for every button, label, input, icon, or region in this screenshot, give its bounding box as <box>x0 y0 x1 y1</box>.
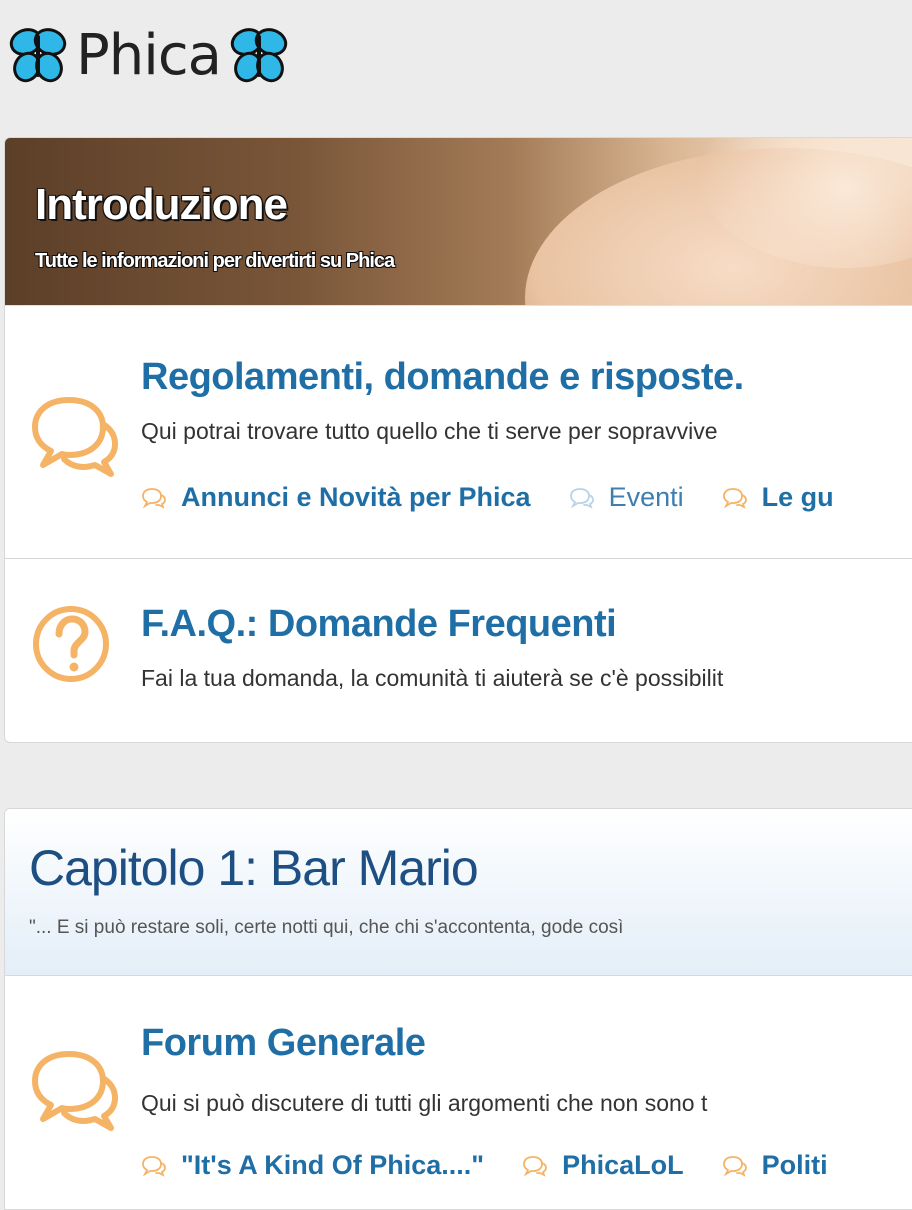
chat-bubbles-icon <box>29 1044 119 1134</box>
forum-description: Fai la tua domanda, la comunità ti aiute… <box>141 665 724 691</box>
butterfly-logo-icon <box>6 23 70 87</box>
question-circle-icon <box>33 606 109 682</box>
category-subtitle: "... E si può restare soli, certe notti … <box>29 917 624 938</box>
subforum-link[interactable]: "It's A Kind Of Phica...." <box>141 1150 484 1181</box>
subforum-label[interactable]: Annunci e Novità per Phica <box>181 482 531 513</box>
category-title[interactable]: Capitolo 1: Bar Mario <box>29 839 479 897</box>
forum-description: Qui potrai trovare tutto quello che ti s… <box>141 418 718 444</box>
subforum-label[interactable]: Eventi <box>609 482 684 513</box>
category-capitolo-1: Capitolo 1: Bar Mario "... E si può rest… <box>4 808 912 1210</box>
forum-title-link[interactable]: Regolamenti, domande e risposte. <box>141 356 744 399</box>
forum-row: Regolamenti, domande e risposte. Qui pot… <box>5 305 912 558</box>
subforum-chat-icon <box>722 1155 748 1177</box>
subforum-chat-icon <box>722 487 748 509</box>
subforum-chat-icon <box>141 487 167 509</box>
category-title[interactable]: Introduzione <box>35 180 288 230</box>
forum-description: Qui si può discutere di tutti gli argome… <box>141 1090 708 1116</box>
chat-bubbles-icon <box>29 390 119 480</box>
subforum-chat-icon <box>141 1155 167 1177</box>
subforum-link[interactable]: Politi <box>722 1150 828 1181</box>
subforum-link[interactable]: Eventi <box>569 482 684 513</box>
subforum-link[interactable]: PhicaLoL <box>522 1150 684 1181</box>
logo-text: Phica <box>76 22 222 88</box>
forum-title-link[interactable]: Forum Generale <box>141 1022 426 1065</box>
subforum-list: "It's A Kind Of Phica...." PhicaLoL Poli… <box>141 1150 866 1181</box>
forum-title-link[interactable]: F.A.Q.: Domande Frequenti <box>141 603 617 646</box>
category-introduzione: Introduzione Tutte le informazioni per d… <box>4 137 912 743</box>
subforum-chat-icon <box>569 487 595 509</box>
forum-row: F.A.Q.: Domande Frequenti Fai la tua dom… <box>5 558 912 739</box>
category-header: Capitolo 1: Bar Mario "... E si può rest… <box>5 809 912 976</box>
forum-row: Forum Generale Qui si può discutere di t… <box>5 976 912 1209</box>
subforum-link[interactable]: Le gu <box>722 482 834 513</box>
subforum-label[interactable]: Le gu <box>762 482 834 513</box>
subforum-label[interactable]: PhicaLoL <box>562 1150 684 1181</box>
subforum-label[interactable]: Politi <box>762 1150 828 1181</box>
site-logo[interactable]: Phica <box>6 14 291 96</box>
subforum-link[interactable]: Annunci e Novità per Phica <box>141 482 531 513</box>
category-banner: Introduzione Tutte le informazioni per d… <box>5 138 912 305</box>
category-subtitle: Tutte le informazioni per divertirti su … <box>35 250 395 272</box>
subforum-label[interactable]: "It's A Kind Of Phica...." <box>181 1150 484 1181</box>
subforum-chat-icon <box>522 1155 548 1177</box>
butterfly-logo-icon <box>227 23 291 87</box>
subforum-list: Annunci e Novità per Phica Eventi Le gu <box>141 482 872 513</box>
